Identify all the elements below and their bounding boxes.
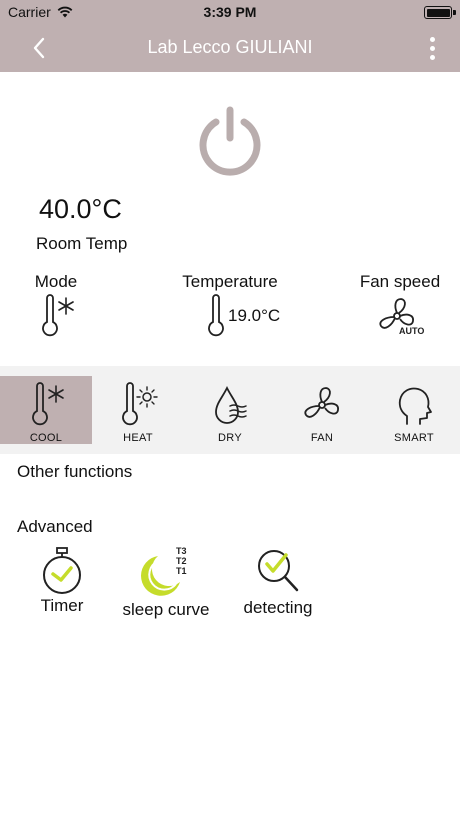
thermometer-snowflake-icon — [42, 294, 74, 337]
mode-heat-label: HEAT — [123, 432, 153, 444]
battery-icon — [424, 6, 456, 19]
more-dot-icon — [429, 45, 435, 51]
status-bar: Carrier 3:39 PM — [0, 0, 460, 24]
fan-speed-value: AUTO — [399, 326, 425, 336]
clock: 3:39 PM — [203, 4, 257, 20]
magnifier-check-icon — [258, 550, 299, 592]
drop-waves-icon — [215, 385, 247, 424]
power-button[interactable] — [193, 104, 267, 178]
mode-dry-label: DRY — [218, 432, 242, 444]
current-temperature: Temperature — [170, 272, 290, 292]
head-profile-icon — [398, 387, 432, 425]
mode-label: Mode — [34, 272, 78, 291]
advanced-heading: Advanced — [17, 517, 93, 536]
mode-smart-button[interactable]: SMART — [368, 376, 460, 444]
sleep-stage-badge: T1 — [176, 566, 187, 576]
detecting-label: detecting — [243, 598, 313, 617]
thermometer-snowflake-icon — [32, 382, 64, 426]
detecting-button[interactable]: detecting — [232, 546, 324, 618]
mode-heat-button[interactable]: HEAT — [92, 376, 184, 444]
room-temperature-label: Room Temp — [36, 234, 128, 253]
sleep-stage-badge: T2 — [176, 556, 187, 566]
fan-icon — [304, 387, 339, 418]
temperature-label: Temperature — [182, 272, 278, 291]
thermometer-sun-icon — [122, 382, 158, 426]
thermometer-icon — [208, 294, 224, 337]
sleep-stages: T3 T2 T1 — [176, 546, 187, 576]
nav-bar: Lab Lecco GIULIANI — [0, 24, 460, 72]
other-functions-heading: Other functions — [17, 462, 133, 481]
mode-fan-label: FAN — [310, 432, 334, 444]
fan-speed-label: Fan speed — [359, 272, 441, 291]
mode-smart-label: SMART — [394, 432, 434, 444]
current-fan-speed: Fan speed AUTO — [352, 272, 448, 340]
current-mode: Mode — [26, 272, 86, 343]
page-title: Lab Lecco GIULIANI — [147, 37, 313, 57]
mode-cool-label: COOL — [29, 432, 63, 444]
mode-cool-button[interactable]: COOL — [0, 376, 92, 444]
mode-dry-button[interactable]: DRY — [184, 376, 276, 444]
set-temperature-value: 19.0°C — [228, 306, 281, 325]
set-temperature: 19.0°C — [206, 294, 280, 338]
more-menu-button[interactable] — [420, 32, 444, 64]
sleep-stage-badge: T3 — [176, 546, 187, 556]
timer-button[interactable]: Timer — [30, 546, 94, 616]
room-temperature-value: 40.0°C — [39, 194, 122, 224]
sleep-curve-label: sleep curve — [122, 600, 210, 619]
stopwatch-icon — [43, 547, 81, 594]
sleep-curve-button[interactable]: T3 T2 T1 sleep curve — [116, 546, 216, 620]
more-dot-icon — [429, 36, 435, 42]
timer-label: Timer — [40, 596, 84, 615]
mode-fan-button[interactable]: FAN — [276, 376, 368, 444]
power-icon — [199, 106, 261, 176]
more-dot-icon — [429, 54, 435, 60]
mode-selector: COOL HEAT DRY FAN SMART — [0, 366, 460, 454]
